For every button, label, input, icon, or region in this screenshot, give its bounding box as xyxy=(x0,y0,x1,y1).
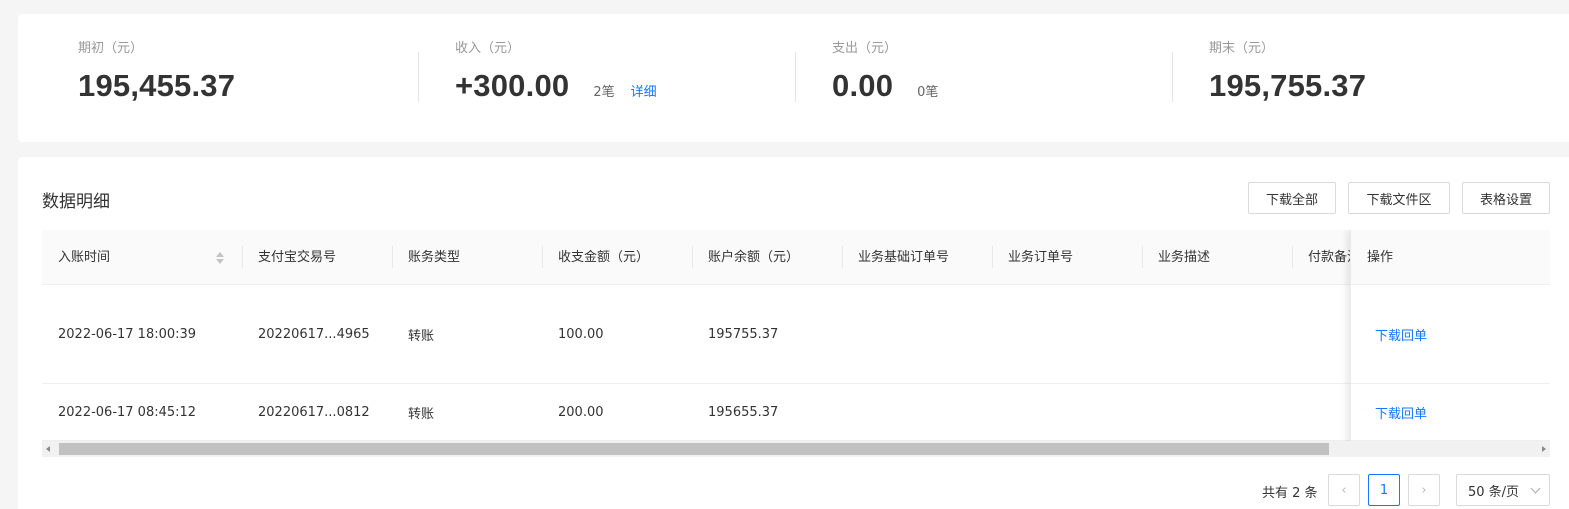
col-header-time[interactable]: 入账时间 xyxy=(42,230,242,285)
table-settings-button[interactable]: 表格设置 xyxy=(1462,182,1550,214)
prev-page-button[interactable]: ‹ xyxy=(1328,474,1360,506)
col-header-amount: 收支金额（元） xyxy=(558,250,650,265)
pagination-total: 共有 2 条 xyxy=(1262,486,1318,501)
detail-card: 数据明细 下载全部 下载文件区 表格设置 入账时间 支付宝交易号 账务类型 收支… xyxy=(18,157,1569,509)
income-count: 2笔 xyxy=(593,85,615,100)
expense-value: 0.00 xyxy=(832,68,894,103)
opening-stat: 期初（元） 195,455.37 xyxy=(78,40,235,104)
summary-card: 期初（元） 195,455.37 收入（元） +300.00 2笔 详细 支出（… xyxy=(18,14,1569,142)
page-size-value: 50 条/页 xyxy=(1468,484,1520,500)
table-row: 2022-06-17 18:00:39 20220617...4965 转账 1… xyxy=(42,285,1550,384)
table-header: 入账时间 支付宝交易号 账务类型 收支金额（元） 账户余额（元） 业务基础订单号… xyxy=(42,230,1550,285)
detail-title: 数据明细 xyxy=(42,192,110,212)
opening-label: 期初（元） xyxy=(78,41,144,56)
col-header-order: 业务订单号 xyxy=(1008,250,1074,265)
col-header-balance: 账户余额（元） xyxy=(708,250,800,265)
expense-stat: 支出（元） 0.00 0笔 xyxy=(832,40,938,104)
scroll-left-icon[interactable] xyxy=(46,446,50,452)
col-header-base-order: 业务基础订单号 xyxy=(858,250,950,265)
divider xyxy=(795,52,796,102)
cell-type: 转账 xyxy=(408,406,435,422)
cell-trade-no: 20220617...0812 xyxy=(258,404,370,420)
page-1-button[interactable]: 1 xyxy=(1368,474,1400,506)
closing-stat: 期末（元） 195,755.37 xyxy=(1209,40,1366,104)
next-page-button[interactable]: › xyxy=(1408,474,1440,506)
page-size-select[interactable]: 50 条/页 xyxy=(1456,474,1550,506)
data-table: 入账时间 支付宝交易号 账务类型 收支金额（元） 账户余额（元） 业务基础订单号… xyxy=(42,230,1550,457)
col-header-desc: 业务描述 xyxy=(1158,250,1211,265)
divider xyxy=(418,52,419,102)
income-detail-link[interactable]: 详细 xyxy=(631,81,657,100)
opening-value: 195,455.37 xyxy=(78,68,236,103)
scrollbar-thumb[interactable] xyxy=(59,443,1329,455)
col-header-type: 账务类型 xyxy=(408,250,461,265)
income-label: 收入（元） xyxy=(455,41,521,56)
fixed-action-column: 操作 下载回单 下载回单 xyxy=(1350,230,1550,457)
col-header-trade-no: 支付宝交易号 xyxy=(258,250,337,265)
col-header-action: 操作 xyxy=(1351,230,1550,285)
divider xyxy=(1172,52,1173,102)
download-all-button[interactable]: 下载全部 xyxy=(1248,182,1336,214)
cell-trade-no: 20220617...4965 xyxy=(258,326,370,342)
table-row: 2022-06-17 08:45:12 20220617...0812 转账 2… xyxy=(42,384,1550,441)
download-area-button[interactable]: 下载文件区 xyxy=(1348,182,1450,214)
expense-label: 支出（元） xyxy=(832,41,898,56)
horizontal-scrollbar[interactable] xyxy=(42,441,1550,457)
closing-value: 195,755.37 xyxy=(1209,68,1367,103)
download-receipt-link[interactable]: 下载回单 xyxy=(1351,384,1550,441)
cell-type: 转账 xyxy=(408,328,435,344)
scroll-right-icon[interactable] xyxy=(1542,446,1546,452)
chevron-down-icon xyxy=(1530,483,1541,494)
income-value: +300.00 xyxy=(455,68,570,103)
income-stat: 收入（元） +300.00 2笔 详细 xyxy=(455,40,657,104)
cell-amount: 200.00 xyxy=(558,404,604,420)
cell-amount: 100.00 xyxy=(558,326,604,342)
cell-time: 2022-06-17 08:45:12 xyxy=(58,404,197,420)
cell-balance: 195655.37 xyxy=(708,404,779,420)
cell-balance: 195755.37 xyxy=(708,326,779,342)
expense-count: 0笔 xyxy=(917,85,939,100)
cell-time: 2022-06-17 18:00:39 xyxy=(58,326,197,342)
closing-label: 期末（元） xyxy=(1209,41,1275,56)
download-receipt-link[interactable]: 下载回单 xyxy=(1351,285,1550,384)
sort-icon[interactable] xyxy=(215,250,225,266)
